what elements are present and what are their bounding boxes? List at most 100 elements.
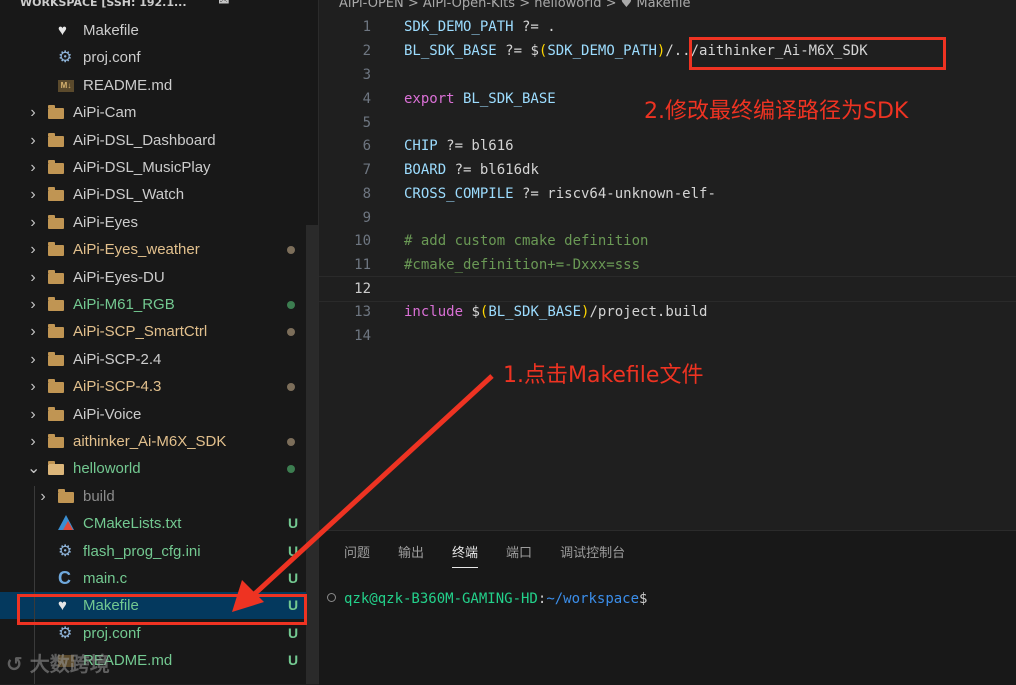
- code-line-13[interactable]: 13 include $(BL_SDK_BASE)/project.build: [319, 300, 1016, 324]
- tree-item-label: README.md: [83, 76, 173, 94]
- chevron-right-icon[interactable]: ›: [27, 127, 39, 154]
- code-editor[interactable]: AiPi-OPEN > AiPi-Open-Kits > helloworld …: [319, 0, 1016, 530]
- code-token: /project.build: [589, 304, 708, 320]
- folder-open-icon: [48, 461, 64, 476]
- chevron-right-icon[interactable]: ›: [27, 346, 39, 373]
- chevron-right-icon[interactable]: ›: [27, 99, 39, 126]
- tree-item[interactable]: › AiPi-DSL_Dashboard: [0, 127, 318, 154]
- chevron-right-icon[interactable]: ›: [37, 483, 49, 510]
- tree-item[interactable]: › AiPi-Cam: [0, 99, 318, 126]
- tree-item[interactable]: M↓ README.md: [0, 72, 318, 99]
- tab-output[interactable]: 输出: [398, 543, 424, 567]
- tree-item[interactable]: › AiPi-Voice: [0, 401, 318, 428]
- git-status-dot: [287, 465, 295, 474]
- tree-item[interactable]: › AiPi-Eyes_weather: [0, 236, 318, 263]
- code-token: ?= riscv64-unknown-elf-: [513, 186, 716, 202]
- tree-item[interactable]: ⌄ helloworld: [0, 455, 318, 482]
- code-line-12[interactable]: 12: [319, 276, 1016, 302]
- tree-item-label: aithinker_Ai-M6X_SDK: [73, 433, 227, 450]
- code-token: export: [404, 91, 455, 107]
- code-line-6[interactable]: 6 CHIP ?= bl616: [319, 134, 1016, 158]
- tree-item[interactable]: CMakeLists.txt U: [0, 510, 318, 537]
- tab-problems[interactable]: 问题: [344, 543, 370, 567]
- code-line-1[interactable]: 1 SDK_DEMO_PATH ?= .: [319, 15, 1016, 39]
- tree-item[interactable]: › AiPi-SCP_SmartCtrl: [0, 318, 318, 345]
- code-line-8[interactable]: 8 CROSS_COMPILE ?= riscv64-unknown-elf-: [319, 182, 1016, 206]
- code-token: ?= bl616dk: [446, 162, 539, 178]
- makefile-icon: ♥: [58, 22, 67, 39]
- tree-item[interactable]: › AiPi-SCP-4.3: [0, 373, 318, 400]
- code-line-11[interactable]: 11 #cmake_definition+=-Dxxx=sss: [319, 253, 1016, 277]
- git-status-badge: U: [288, 515, 299, 532]
- line-number: 7: [362, 162, 371, 178]
- annotation-box-sdk-path: [689, 37, 946, 70]
- code-line-9[interactable]: 9: [319, 206, 1016, 230]
- folder-icon: [48, 105, 64, 120]
- folder-icon: [48, 297, 64, 311]
- tree-item[interactable]: ⚙ flash_prog_cfg.ini U: [0, 538, 318, 565]
- chevron-right-icon[interactable]: ›: [27, 181, 39, 208]
- line-number: 6: [362, 138, 371, 154]
- chevron-right-icon[interactable]: ›: [27, 318, 39, 345]
- chevron-right-icon[interactable]: ›: [27, 428, 39, 455]
- c-icon: C: [58, 568, 71, 588]
- code-token: SDK_DEMO_PATH: [404, 19, 514, 35]
- sidebar-scrollbar[interactable]: [306, 225, 318, 684]
- line-number: 13: [354, 304, 371, 320]
- tree-item-label: Makefile: [83, 22, 139, 39]
- code-line-14[interactable]: 14: [319, 324, 1016, 348]
- terminal-dollar: $: [639, 591, 648, 607]
- code-token: CROSS_COMPILE: [404, 186, 514, 202]
- git-status-dot: [287, 438, 295, 446]
- line-number: 10: [354, 233, 371, 249]
- chevron-right-icon[interactable]: ›: [27, 401, 39, 428]
- tree-item[interactable]: ⚙ proj.conf: [0, 44, 318, 71]
- tab-terminal[interactable]: 终端: [452, 543, 479, 568]
- folder-icon: [48, 132, 64, 147]
- annotation-box-makefile: [17, 594, 307, 625]
- line-number: 8: [362, 186, 371, 202]
- tree-item[interactable]: › AiPi-Eyes: [0, 209, 318, 236]
- tree-item[interactable]: › AiPi-Eyes-DU: [0, 264, 318, 291]
- breadcrumb-item[interactable]: Makefile: [636, 0, 690, 11]
- tree-item[interactable]: › AiPi-DSL_MusicPlay: [0, 154, 318, 181]
- tree-item-label: helloworld: [73, 460, 141, 478]
- chevron-right-icon[interactable]: ›: [27, 264, 39, 291]
- folder-icon: [48, 324, 64, 339]
- breadcrumb-item[interactable]: AiPi-OPEN: [339, 0, 404, 11]
- chevron-right-icon[interactable]: ›: [27, 291, 39, 318]
- workspace-title: WORKSPACE [SSH: 192.1...: [20, 0, 187, 9]
- collapse-all-icon[interactable]: ⊟: [218, 0, 230, 6]
- breadcrumb-item[interactable]: helloworld: [534, 0, 601, 11]
- code-line-7[interactable]: 7 BOARD ?= bl616dk: [319, 158, 1016, 182]
- tree-item[interactable]: › AiPi-SCP-2.4: [0, 346, 318, 373]
- breadcrumb-item[interactable]: AiPi-Open-Kits: [423, 0, 515, 11]
- tab-ports[interactable]: 端口: [506, 543, 532, 567]
- tree-item[interactable]: › AiPi-DSL_Watch: [0, 181, 318, 208]
- chevron-right-icon[interactable]: ›: [27, 373, 39, 400]
- tree-item-label: AiPi-Voice: [73, 405, 142, 423]
- terminal-prompt[interactable]: qzk@qzk-B360M-GAMING-HD:~/workspace$: [327, 591, 647, 607]
- code-line-10[interactable]: 10 # add custom cmake definition: [319, 229, 1016, 253]
- workspace-header[interactable]: WORKSPACE [SSH: 192.1... ⊞ ⊞ ↻ ⊟: [0, 0, 318, 12]
- line-number: 5: [362, 115, 371, 131]
- code-token: BOARD: [404, 162, 447, 178]
- tree-item[interactable]: › AiPi-M61_RGB: [0, 291, 318, 318]
- git-status-badge: U: [288, 570, 299, 586]
- chevron-right-icon[interactable]: ›: [27, 209, 39, 236]
- chevron-right-icon[interactable]: ›: [27, 154, 39, 181]
- tab-debug-console[interactable]: 调试控制台: [560, 543, 625, 567]
- chevron-down-icon[interactable]: ⌄: [27, 455, 40, 482]
- tree-item[interactable]: › build: [0, 483, 318, 510]
- tree-item-label: AiPi-DSL_Watch: [73, 186, 185, 204]
- markdown-icon: M↓: [58, 79, 74, 92]
- tree-item[interactable]: › aithinker_Ai-M6X_SDK: [0, 428, 318, 455]
- annotation-step-1: 1.点击Makefile文件: [503, 363, 704, 388]
- chevron-right-icon[interactable]: ›: [27, 236, 39, 263]
- folder-icon: [48, 160, 64, 174]
- tree-item[interactable]: Cmain.c U: [0, 565, 318, 592]
- folder-icon: [48, 434, 64, 448]
- gear-icon: ⚙: [58, 542, 73, 560]
- code-token: $: [463, 304, 480, 320]
- tree-item[interactable]: ♥ Makefile: [0, 17, 318, 44]
